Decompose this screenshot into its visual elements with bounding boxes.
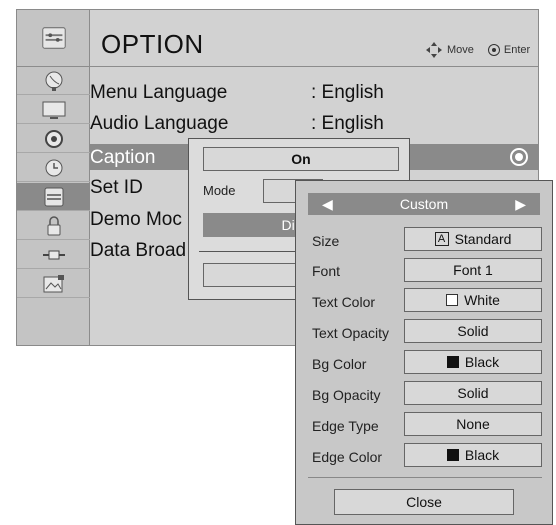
hint-move-label: Move bbox=[447, 44, 474, 56]
font-value-button[interactable]: Font 1 bbox=[404, 258, 542, 282]
audio-language-label: Audio Language bbox=[90, 113, 229, 134]
selected-radio-icon bbox=[510, 148, 528, 166]
edge-type-value: None bbox=[456, 416, 490, 432]
menu-row-menu-language[interactable]: Menu Language bbox=[90, 82, 227, 104]
arrow-right-icon[interactable]: ▶ bbox=[515, 196, 526, 213]
menu-row-demo-mode[interactable]: Demo Moc bbox=[90, 209, 182, 231]
nav-hint: Move Enter bbox=[425, 41, 530, 59]
edge-type-label: Edge Type bbox=[312, 418, 379, 434]
input-plug-icon bbox=[40, 244, 68, 266]
demo-mode-label: Demo Moc bbox=[90, 209, 182, 230]
sidebar-item-channel[interactable] bbox=[17, 67, 90, 95]
bg-color-value-button[interactable]: Black bbox=[404, 350, 542, 374]
set-id-label: Set ID bbox=[90, 177, 143, 198]
text-color-value: White bbox=[464, 292, 500, 308]
page-title: OPTION bbox=[101, 29, 204, 59]
usb-photo-icon bbox=[40, 273, 68, 295]
font-label: Font bbox=[312, 263, 341, 279]
sidebar-item-option[interactable] bbox=[17, 183, 90, 211]
bg-opacity-value-button[interactable]: Solid bbox=[404, 381, 542, 405]
black-swatch-icon bbox=[446, 356, 459, 368]
sidebar-item-input[interactable] bbox=[17, 241, 90, 269]
arrow-left-icon[interactable]: ◀ bbox=[322, 196, 333, 213]
size-value: Standard bbox=[454, 231, 512, 247]
bg-color-label: Bg Color bbox=[312, 356, 367, 372]
mode-label: Mode bbox=[203, 183, 236, 198]
text-color-value-button[interactable]: White bbox=[404, 288, 542, 312]
sidebar-item-audio[interactable] bbox=[17, 125, 90, 153]
sidebar-item-time[interactable] bbox=[17, 154, 90, 182]
data-broadcasting-label: Data Broad bbox=[90, 240, 187, 261]
option-icon bbox=[40, 186, 68, 208]
menu-row-set-id[interactable]: Set ID bbox=[90, 177, 143, 199]
text-opacity-value-button[interactable]: Solid bbox=[404, 319, 542, 343]
enter-button-icon bbox=[487, 44, 500, 56]
sidebar-item-usb[interactable] bbox=[17, 270, 90, 298]
lock-icon bbox=[40, 215, 68, 237]
move-arrows-icon bbox=[425, 41, 443, 59]
white-swatch-icon bbox=[446, 294, 459, 306]
a-letter-icon: A bbox=[434, 232, 449, 246]
sidebar-item-picture[interactable] bbox=[17, 96, 90, 124]
custom-selector-value: Custom bbox=[399, 196, 449, 212]
bg-opacity-label: Bg Opacity bbox=[312, 387, 381, 403]
panel-divider bbox=[308, 477, 542, 478]
clock-icon bbox=[40, 157, 68, 179]
tv-picture-icon bbox=[40, 99, 68, 121]
text-opacity-value: Solid bbox=[457, 323, 489, 339]
text-color-label: Text Color bbox=[312, 294, 376, 310]
black-swatch-icon bbox=[446, 449, 459, 461]
close-button[interactable]: Close bbox=[334, 489, 514, 515]
satellite-dish-icon bbox=[40, 70, 68, 92]
bg-opacity-value: Solid bbox=[457, 385, 489, 401]
menu-language-value: : English bbox=[311, 82, 384, 103]
custom-selector[interactable]: ◀ Custom ▶ bbox=[308, 193, 540, 215]
size-value-button[interactable]: A Standard bbox=[404, 227, 542, 251]
header-divider bbox=[90, 66, 538, 67]
caption-on-toggle[interactable]: On bbox=[203, 147, 399, 171]
menu-row-audio-language[interactable]: Audio Language bbox=[90, 113, 228, 135]
edge-color-value-button[interactable]: Black bbox=[404, 443, 542, 467]
edge-color-label: Edge Color bbox=[312, 449, 383, 465]
sidebar-header bbox=[17, 10, 90, 67]
audio-speaker-icon bbox=[40, 128, 68, 150]
edge-type-value-button[interactable]: None bbox=[404, 412, 542, 436]
menu-row-data-broadcasting[interactable]: Data Broad bbox=[90, 240, 186, 262]
audio-language-value: : English bbox=[311, 113, 384, 134]
text-opacity-label: Text Opacity bbox=[312, 325, 390, 341]
bg-color-value: Black bbox=[464, 354, 500, 370]
menu-sidebar bbox=[17, 10, 90, 345]
edge-color-value: Black bbox=[464, 447, 500, 463]
option-icon bbox=[40, 27, 68, 49]
hint-enter-label: Enter bbox=[503, 44, 531, 56]
caption-label: Caption bbox=[90, 147, 156, 168]
custom-caption-panel: ◀ Custom ▶ Size A Standard Font Font 1 T… bbox=[295, 180, 553, 525]
size-label: Size bbox=[312, 233, 340, 249]
menu-language-label: Menu Language bbox=[90, 82, 228, 103]
font-value: Font 1 bbox=[453, 262, 493, 278]
sidebar-item-lock[interactable] bbox=[17, 212, 90, 240]
